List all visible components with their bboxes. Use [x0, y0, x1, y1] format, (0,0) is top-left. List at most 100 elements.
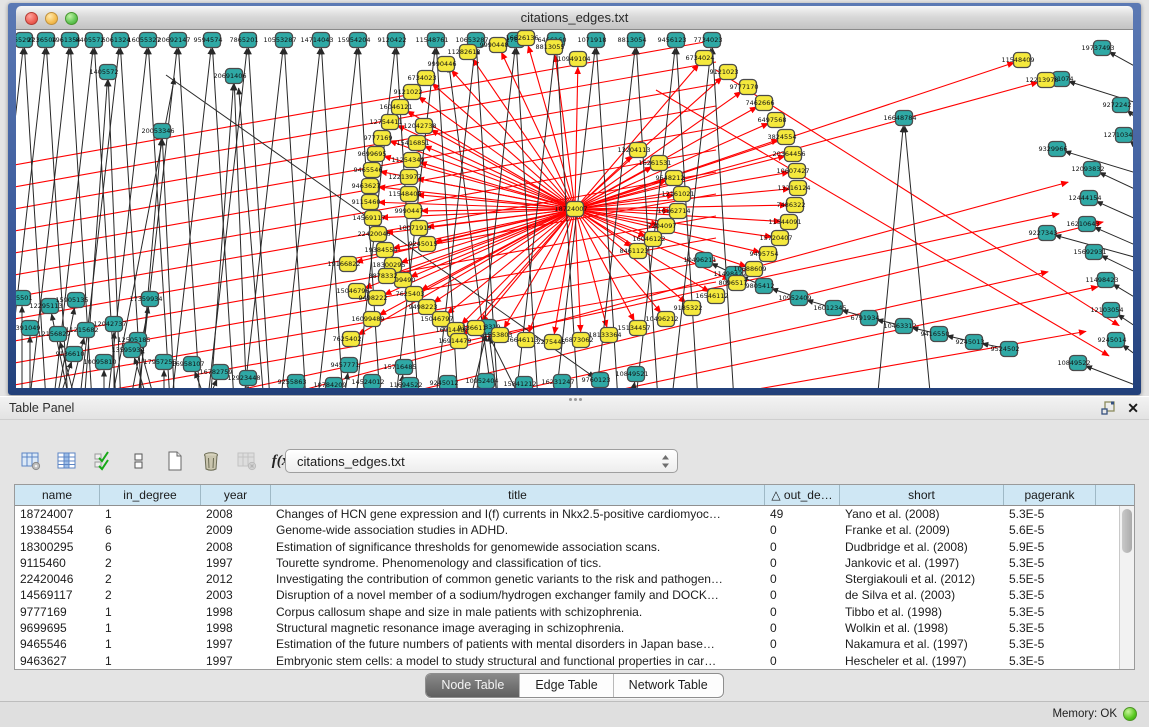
table-options-icon[interactable] — [20, 450, 42, 472]
graph-node-teal[interactable]: 15692931 — [1073, 245, 1106, 260]
graph-node-teal[interactable]: 6061324 — [102, 33, 131, 48]
table-row[interactable]: 1830029562008Estimation of significance … — [15, 539, 1134, 555]
graph-node-teal[interactable]: 10849521 — [615, 367, 648, 382]
graph-node-teal[interactable]: 9524502 — [991, 342, 1020, 357]
delete-rows-icon[interactable] — [200, 450, 222, 472]
close-panel-icon[interactable]: ✕ — [1127, 401, 1139, 415]
table-row[interactable]: 977716911998Corpus callosum shape and si… — [15, 604, 1134, 620]
graph-node-teal[interactable]: 9120422 — [378, 33, 407, 48]
table-scrollbar-thumb[interactable] — [1122, 509, 1132, 553]
graph-node-teal[interactable]: 10095810 — [83, 355, 116, 370]
graph-node-teal[interactable]: 9245012 — [430, 376, 459, 389]
panel-splitter-handle[interactable] — [566, 398, 584, 403]
column-header-in_degree[interactable]: in_degree — [100, 485, 201, 505]
tab-edge-table[interactable]: Edge Table — [519, 674, 612, 697]
column-header-year[interactable]: year — [201, 485, 271, 505]
column-header-name[interactable]: name — [15, 485, 100, 505]
table-row[interactable]: 1456911722003Disruption of a novel membe… — [15, 587, 1134, 603]
graph-node-teal[interactable]: 16055327 — [127, 33, 160, 48]
tab-node-table[interactable]: Node Table — [426, 674, 519, 697]
graph-node-teal[interactable]: 10463312 — [883, 319, 916, 334]
graph-node-teal[interactable]: 19737493 — [1081, 41, 1114, 56]
graph-node-yellow[interactable]: 12213977 — [388, 170, 421, 185]
network-canvas[interactable]: 9065297223650419613548405572606132416055… — [16, 30, 1133, 388]
graph-node-yellow[interactable]: 11254349 — [391, 153, 424, 168]
graph-node-teal[interactable]: 1071918 — [578, 33, 607, 48]
graph-node-yellow[interactable]: 9990447 — [395, 204, 424, 219]
graph-node-teal[interactable]: 9245014 — [1098, 333, 1127, 348]
graph-node-teal[interactable]: 20691406 — [213, 69, 246, 84]
graph-node-teal[interactable]: 15716485 — [383, 360, 416, 375]
graph-node-teal[interactable]: 8813054 — [618, 33, 647, 48]
table-row[interactable]: 911546021997Tourette syndrome. Phenomeno… — [15, 555, 1134, 571]
graph-node-yellow[interactable]: 12161021 — [661, 187, 694, 202]
graph-node-yellow[interactable]: 15134457 — [617, 321, 650, 336]
graph-node-teal[interactable]: 7865201 — [230, 33, 259, 48]
graph-node-yellow[interactable]: 13216124 — [777, 181, 810, 196]
graph-node-teal[interactable]: 9329966 — [1039, 142, 1068, 157]
graph-node-teal[interactable]: 12444154 — [1068, 191, 1101, 206]
column-header-pagerank[interactable]: pagerank — [1004, 485, 1096, 505]
graph-node-yellow[interactable]: 11544091 — [768, 215, 801, 230]
graph-node-teal[interactable]: 11548761 — [415, 33, 448, 48]
graph-node-teal[interactable]: 15954204 — [337, 33, 370, 48]
graph-node-yellow[interactable]: 10607427 — [776, 164, 809, 179]
graph-node-teal[interactable]: 14524012 — [351, 375, 384, 389]
graph-node-yellow[interactable]: 6734023 — [408, 71, 437, 86]
graph-node-teal[interactable]: 1405572 — [90, 65, 119, 80]
column-header-title[interactable]: title — [271, 485, 765, 505]
graph-node-yellow[interactable]: 7486322 — [777, 198, 806, 213]
graph-node-yellow[interactable]: 16046121 — [379, 100, 412, 115]
table-row[interactable]: 1872400712008Changes of HCN gene express… — [15, 506, 1134, 522]
graph-node-yellow[interactable]: 15720407 — [759, 231, 792, 246]
table-scrollbar[interactable] — [1119, 506, 1134, 669]
graph-node-yellow[interactable]: 15416851 — [396, 136, 429, 151]
graph-node-teal[interactable]: 10849522 — [1057, 356, 1090, 371]
graph-node-teal[interactable]: 9255863 — [278, 375, 307, 389]
graph-node-yellow[interactable]: 10071919 — [398, 221, 431, 236]
graph-node-yellow[interactable]: 12754411 — [369, 115, 402, 130]
column-header-out_de[interactable]: △ out_de… — [765, 485, 840, 505]
graph-node-teal[interactable]: 9457771 — [331, 358, 360, 373]
graph-node-teal[interactable]: 14714043 — [300, 33, 333, 48]
graph-node-yellow[interactable]: 16162714 — [657, 204, 690, 219]
graph-node-teal[interactable]: 9594574 — [194, 33, 223, 48]
graph-node-teal[interactable]: 20053346 — [141, 124, 174, 139]
graph-node-yellow[interactable]: 9777169 — [364, 131, 393, 146]
graph-node-yellow[interactable]: 7625402 — [333, 332, 362, 347]
graph-node-teal[interactable]: 8405572 — [76, 33, 105, 48]
graph-node-yellow[interactable]: 9185322 — [674, 301, 703, 316]
graph-node-yellow[interactable]: 8461123 — [620, 244, 649, 259]
graph-node-yellow[interactable]: 6497568 — [758, 113, 787, 128]
select-all-rows-icon[interactable] — [92, 450, 114, 472]
graph-node-yellow[interactable]: 20364456 — [772, 147, 805, 162]
graph-node-yellow[interactable]: 12213978 — [1025, 73, 1058, 88]
graph-node-yellow[interactable]: 22420046 — [357, 227, 390, 242]
column-header-short[interactable]: short — [840, 485, 1004, 505]
graph-node-teal[interactable]: 12093832 — [1071, 162, 1104, 177]
graph-node-teal[interactable]: 10952404 — [465, 374, 498, 389]
graph-node-teal[interactable]: 16231247 — [541, 375, 574, 389]
graph-node-teal[interactable]: 9227343 — [1029, 226, 1058, 241]
table-select-dropdown[interactable]: citations_edges.txt — [285, 449, 678, 473]
graph-node-yellow[interactable]: 7462666 — [746, 96, 775, 111]
graph-node-teal[interactable]: 9272242 — [1103, 98, 1132, 113]
graph-node-teal[interactable]: 10784209 — [313, 378, 346, 389]
graph-node-yellow[interactable]: 9495754 — [750, 247, 779, 262]
table-row[interactable]: 969969511998Structural magnetic resonanc… — [15, 620, 1134, 636]
graph-node-yellow[interactable]: 9699695 — [358, 147, 387, 162]
graph-node-yellow[interactable]: 9463627 — [352, 179, 381, 194]
tab-network-table[interactable]: Network Table — [613, 674, 723, 697]
graph-node-teal[interactable]: 7734023 — [694, 33, 723, 48]
graph-node-yellow[interactable]: 10949104 — [557, 52, 590, 67]
graph-node-teal[interactable]: 9456123 — [658, 33, 687, 48]
graph-node-teal[interactable]: 11694522 — [389, 378, 422, 389]
table-row[interactable]: 946554611997Estimation of the future num… — [15, 636, 1134, 652]
graph-node-teal[interactable]: 11498423 — [1085, 273, 1118, 288]
graph-node-teal[interactable]: 20692147 — [157, 33, 190, 48]
graph-node-teal[interactable]: 17359934 — [129, 292, 162, 307]
graph-node-yellow[interactable]: 9990446 — [428, 57, 457, 72]
select-columns-icon[interactable] — [56, 450, 78, 472]
graph-node-yellow[interactable]: 7625403 — [396, 287, 425, 302]
graph-node-teal[interactable]: 16012345 — [813, 301, 846, 316]
